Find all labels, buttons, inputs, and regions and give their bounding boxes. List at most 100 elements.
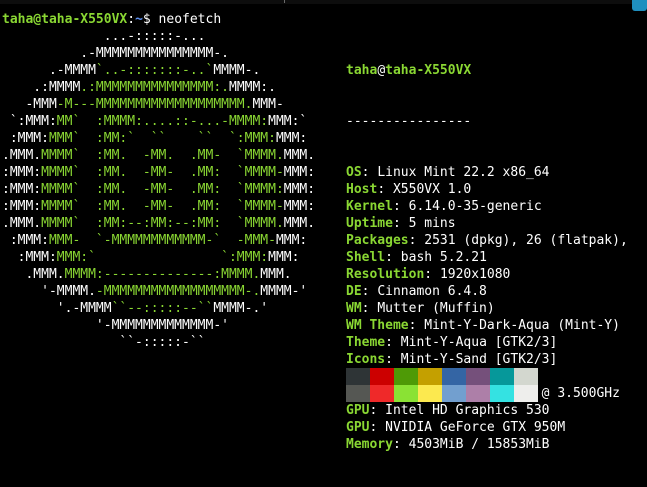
logo-segment: MMMM` :MM. -MM- .MM: `MMMM-	[41, 199, 284, 214]
logo-segment: '-MMMMMMMMMMMMM-'	[2, 318, 229, 333]
logo-segment: MMMM-.'	[213, 301, 269, 316]
info-row: Icons: Mint-Y-Sand [GTK2/3]	[346, 351, 628, 368]
logo-segment: .:MMMMMMMMMMMMMMM:.	[80, 80, 229, 95]
info-separator: :	[361, 165, 378, 180]
logo-line: ``-:::::-``	[2, 334, 315, 351]
logo-segment: :MMM:	[2, 165, 42, 180]
logo-line: -MMM-M---MMMMMMMMMMMMMMMMMMM.MMM-	[2, 96, 315, 113]
info-row: OS: Linux Mint 22.2 x86_64	[346, 164, 628, 181]
logo-segment: '-MMMM.	[2, 284, 96, 299]
info-key: WM Theme	[346, 318, 409, 333]
info-row: GPU: NVIDIA GeForce GTX 950M	[346, 419, 628, 436]
info-value: 6.14.0-35-generic	[408, 199, 542, 214]
info-value: 1920x1080	[439, 267, 511, 282]
info-separator: :	[385, 352, 401, 367]
info-key: Shell	[346, 250, 386, 265]
logo-segment: :MMM:	[2, 199, 42, 214]
logo-segment: MMMM-.	[213, 63, 261, 78]
logo-segment: MM` :MMMM:....::-...-MMMM:	[56, 114, 269, 129]
info-key: Packages	[346, 233, 409, 248]
logo-line: ...-:::::-...	[2, 28, 315, 45]
logo-segment: MMM:	[283, 165, 316, 180]
info-row: Theme: Mint-Y-Aqua [GTK2/3]	[346, 334, 628, 351]
info-at: @	[377, 63, 386, 78]
info-value: Mint-Y-Sand [GTK2/3]	[400, 352, 558, 367]
info-value: Intel HD Graphics 530	[385, 403, 550, 418]
info-row: Memory: 4503MiB / 15853MiB	[346, 436, 628, 453]
logo-segment: MMM:	[283, 182, 316, 197]
info-separator: :	[392, 199, 409, 214]
logo-line: .-MMMMMMMMMMMMMMM-.	[2, 45, 315, 62]
system-info: taha@taha-X550VX ---------------- OS: Li…	[346, 28, 628, 487]
logo-line: .MMM.MMMM` :MM. -MM. .MM- `MMMM.MMM.	[2, 147, 315, 164]
info-key: Memory	[346, 437, 393, 452]
info-value: Mutter (Muffin)	[377, 301, 495, 316]
info-user: taha	[346, 63, 378, 78]
logo-line: .MMM.MMMM` :MM:--:MM:--:MM: `MMMM.MMM.	[2, 215, 315, 232]
color-swatch	[394, 368, 418, 385]
logo-segment: .:MMMM	[2, 80, 81, 95]
info-key: OS	[346, 165, 362, 180]
logo-segment: ``-:::::-``	[2, 335, 206, 350]
logo-line: `:MMM:MM` :MMMM:....::-...-MMMM:MMM:`	[2, 113, 315, 130]
logo-segment: MMMM` :MM. -MM. .MM- `MMMM.	[41, 148, 284, 163]
info-separator: :	[392, 437, 409, 452]
color-palette	[346, 368, 539, 402]
info-value: Cinnamon 6.4.8	[377, 284, 487, 299]
info-separator: :	[408, 233, 425, 248]
info-value: X550VX 1.0	[392, 182, 472, 197]
logo-segment: :MMM:	[2, 233, 49, 248]
info-key: Host	[346, 182, 378, 197]
logo-segment: .MMM.	[2, 216, 42, 231]
logo-line: '-MMMM.-MMMMMMMMMMMMMMMMMM-.MMMM-'	[2, 283, 315, 300]
terminal-window[interactable]: taha@taha-X550VX:~$ neofetch ...-:::::-.…	[0, 0, 647, 452]
info-key: Uptime	[346, 216, 393, 231]
info-title: taha@taha-X550VX	[346, 62, 628, 79]
logo-segment: MMM.	[283, 148, 316, 163]
logo-segment: MMM:`	[268, 114, 308, 129]
logo-line: :MMM:MMMM` :MM. -MM- .MM: `MMMM-MMM:	[2, 198, 315, 215]
info-separator: :	[369, 420, 386, 435]
logo-segment: MMM- `-MMMMMMMMMMMM-` -MMM-	[48, 233, 276, 248]
info-value: Linux Mint 22.2 x86_64	[377, 165, 550, 180]
info-key: GPU	[346, 420, 370, 435]
logo-segment: MMM:` `:MMM:	[56, 250, 269, 265]
info-key: Kernel	[346, 199, 393, 214]
info-separator: :	[369, 403, 386, 418]
info-key: DE	[346, 284, 362, 299]
logo-segment: .MMM.	[2, 267, 65, 282]
logo-segment: -MMM	[2, 97, 57, 112]
color-swatch	[466, 385, 490, 402]
color-swatch	[466, 368, 490, 385]
color-swatch	[490, 385, 514, 402]
logo-segment: -M---MMMMMMMMMMMMMMMMMMM.	[56, 97, 253, 112]
info-separator: :	[361, 284, 378, 299]
info-row: GPU: Intel HD Graphics 530	[346, 402, 628, 419]
color-swatch	[514, 368, 538, 385]
logo-line: '.-MMMM``--:::::--``MMMM-.'	[2, 300, 315, 317]
color-swatch	[346, 368, 370, 385]
logo-segment: .MMM.	[2, 148, 42, 163]
color-swatch	[370, 385, 394, 402]
logo-segment: MMMM` :MM. -MM- .MM: `MMMM:	[41, 182, 284, 197]
color-swatch	[346, 385, 370, 402]
mint-ascii-logo: ...-:::::-... .-MMMMMMMMMMMMMMM-. .-MMMM…	[2, 28, 315, 351]
info-separator: :	[361, 301, 378, 316]
logo-line: .MMM.MMMM:--------------:MMMM.MMM.	[2, 266, 315, 283]
info-key: WM	[346, 301, 362, 316]
info-separator: :	[392, 216, 409, 231]
info-row: WM: Mutter (Muffin)	[346, 300, 628, 317]
logo-segment: ...-:::::-...	[2, 29, 206, 44]
scrollbar-thumb[interactable]	[632, 0, 647, 11]
prompt-symbol: $	[142, 12, 151, 27]
palette-bright-row	[346, 385, 539, 402]
prompt-separator: :	[127, 12, 136, 27]
logo-segment: `..-:::::::-..`	[95, 63, 214, 78]
logo-line: :MMM:MMM:` `:MMM:MMM:	[2, 249, 315, 266]
info-value: Mint-Y-Aqua [GTK2/3]	[400, 335, 558, 350]
info-value: Mint-Y-Dark-Aqua (Mint-Y)	[424, 318, 620, 333]
info-row: Uptime: 5 mins	[346, 215, 628, 232]
info-host: taha-X550VX	[385, 63, 472, 78]
info-key: Resolution	[346, 267, 425, 282]
logo-segment: MMMM:.	[229, 80, 276, 95]
